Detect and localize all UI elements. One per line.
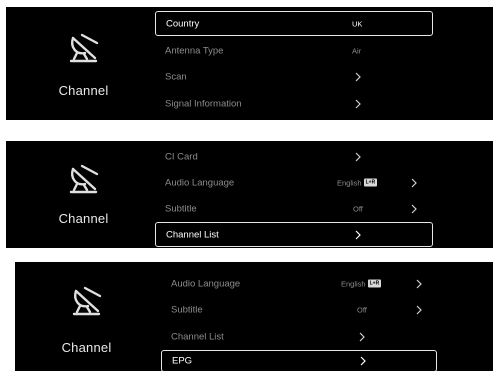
chevron-right-icon xyxy=(355,99,361,108)
menu-item-ci-card[interactable]: CI Card xyxy=(155,144,433,169)
chevron-right-icon xyxy=(359,332,365,341)
audio-language-value: English xyxy=(341,279,366,288)
menu-item-value: Off xyxy=(353,204,363,213)
menu-item-value: UK xyxy=(352,19,363,28)
menu-item-label: CI Card xyxy=(165,151,198,162)
menu-item-antenna-type[interactable]: Antenna Type Air xyxy=(155,38,433,63)
stereo-badge: L+R xyxy=(367,279,382,288)
menu-item-label: Country xyxy=(166,18,200,29)
stereo-badge: L+R xyxy=(363,178,378,187)
menu-item-subtitle[interactable]: Subtitle Off xyxy=(161,297,437,322)
menu-item-audio-language[interactable]: Audio Language English L+R xyxy=(155,170,433,195)
menu-item-signal-information[interactable]: Signal Information xyxy=(155,91,433,116)
menu-item-label: Audio Language xyxy=(171,278,241,289)
menu-item-audio-language[interactable]: Audio Language English L+R xyxy=(161,271,437,296)
section-label: Channel xyxy=(58,211,109,226)
channel-section: Channel xyxy=(15,262,158,371)
chevron-right-icon xyxy=(411,178,417,187)
menu-item-value: Off xyxy=(357,305,367,314)
menu-item-label: Scan xyxy=(165,71,187,82)
channel-menu-panel-2: Channel CI Card Audio Language English L… xyxy=(6,141,493,248)
chevron-right-icon xyxy=(355,152,361,161)
menu-item-channel-list[interactable]: Channel List xyxy=(155,222,433,247)
chevron-right-icon xyxy=(360,356,366,366)
satellite-dish-icon xyxy=(69,33,98,63)
channel-menu-panel-3: Channel Audio Language English L+R Subti… xyxy=(15,262,493,371)
chevron-right-icon xyxy=(416,305,422,314)
menu-item-subtitle[interactable]: Subtitle Off xyxy=(155,196,433,221)
menu-item-label: Antenna Type xyxy=(165,45,224,56)
channel-section: Channel xyxy=(6,141,161,248)
menu-item-value: English L+R xyxy=(341,279,382,288)
menu-item-label: Subtitle xyxy=(171,304,203,315)
menu-item-value: English L+R xyxy=(337,178,378,187)
menu-item-label: Signal Information xyxy=(165,98,242,109)
menu-item-value: Air xyxy=(352,46,362,55)
chevron-right-icon xyxy=(355,230,361,239)
channel-section: Channel xyxy=(6,7,161,120)
menu-item-channel-list[interactable]: Channel List xyxy=(161,324,437,349)
section-label: Channel xyxy=(58,83,109,98)
section-label: Channel xyxy=(61,340,112,355)
menu-item-label: Audio Language xyxy=(165,177,235,188)
chevron-right-icon xyxy=(411,204,417,213)
menu-item-epg[interactable]: EPG xyxy=(161,350,437,371)
channel-menu-panel-1: Channel Country UK Antenna Type Air Scan… xyxy=(6,7,493,120)
chevron-right-icon xyxy=(416,279,422,288)
menu-item-label: Subtitle xyxy=(165,203,197,214)
chevron-right-icon xyxy=(355,72,361,81)
menu-item-label: Channel List xyxy=(171,331,224,342)
audio-language-value: English xyxy=(337,178,362,187)
menu-item-label: Channel List xyxy=(166,229,219,240)
menu-item-country[interactable]: Country UK xyxy=(155,11,433,36)
menu-item-scan[interactable]: Scan xyxy=(155,64,433,89)
satellite-dish-icon xyxy=(69,164,98,194)
menu-item-label: EPG xyxy=(172,355,193,367)
satellite-dish-icon xyxy=(72,286,101,316)
